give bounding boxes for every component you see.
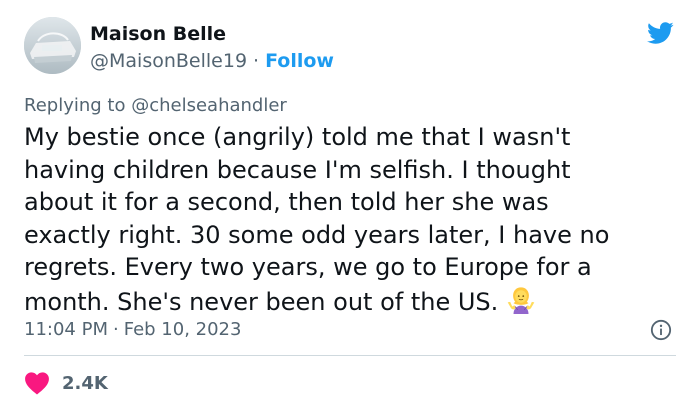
tweet-text-last-line: month. She's never been out of the US. <box>24 284 684 319</box>
tweet-text-line: having children because I'm selfish. I t… <box>24 155 571 184</box>
tweet-date: Feb 10, 2023 <box>123 319 242 340</box>
avatar[interactable] <box>24 17 81 74</box>
person-shrugging-emoji <box>507 286 535 314</box>
author-meta: @MaisonBelle19 · Follow <box>90 50 334 72</box>
replying-to-handle[interactable]: @chelseahandler <box>131 95 287 116</box>
replying-to: Replying to @chelseahandler <box>24 95 287 116</box>
tweet-card: Maison Belle @MaisonBelle19 · Follow Reply… <box>0 0 700 410</box>
tweet-text-line: about it for a second, then told her she… <box>24 188 549 216</box>
like-count: 2.4K <box>62 372 108 394</box>
handle-separator: · <box>253 50 260 72</box>
tweet-text-line: month. She's never been out of the US. <box>24 287 499 316</box>
heart-icon[interactable] <box>24 371 50 395</box>
tweet-text-line: exactly right. 30 some odd years later, … <box>24 220 610 249</box>
replying-to-label: Replying to <box>24 95 126 116</box>
timestamp-separator: · <box>112 319 119 340</box>
info-icon[interactable] <box>650 319 672 341</box>
tweet-text: My bestie once (angrily) told me that I … <box>24 121 684 318</box>
divider <box>24 355 676 356</box>
follow-button[interactable]: Follow <box>265 50 334 72</box>
tweet-text-line: My bestie once (angrily) told me that I … <box>24 123 571 151</box>
tweet-text-line: regrets. Every two years, we go to Europ… <box>24 253 592 281</box>
author-name[interactable]: Maison Belle <box>90 23 226 45</box>
avatar-image <box>24 17 81 74</box>
author-handle[interactable]: @MaisonBelle19 <box>90 50 247 72</box>
tweet-time: 11:04 PM <box>24 319 108 340</box>
tweet-timestamp[interactable]: 11:04 PM · Feb 10, 2023 <box>24 319 241 340</box>
twitter-bird-icon[interactable] <box>644 19 676 47</box>
like-button[interactable]: 2.4K <box>24 370 108 396</box>
